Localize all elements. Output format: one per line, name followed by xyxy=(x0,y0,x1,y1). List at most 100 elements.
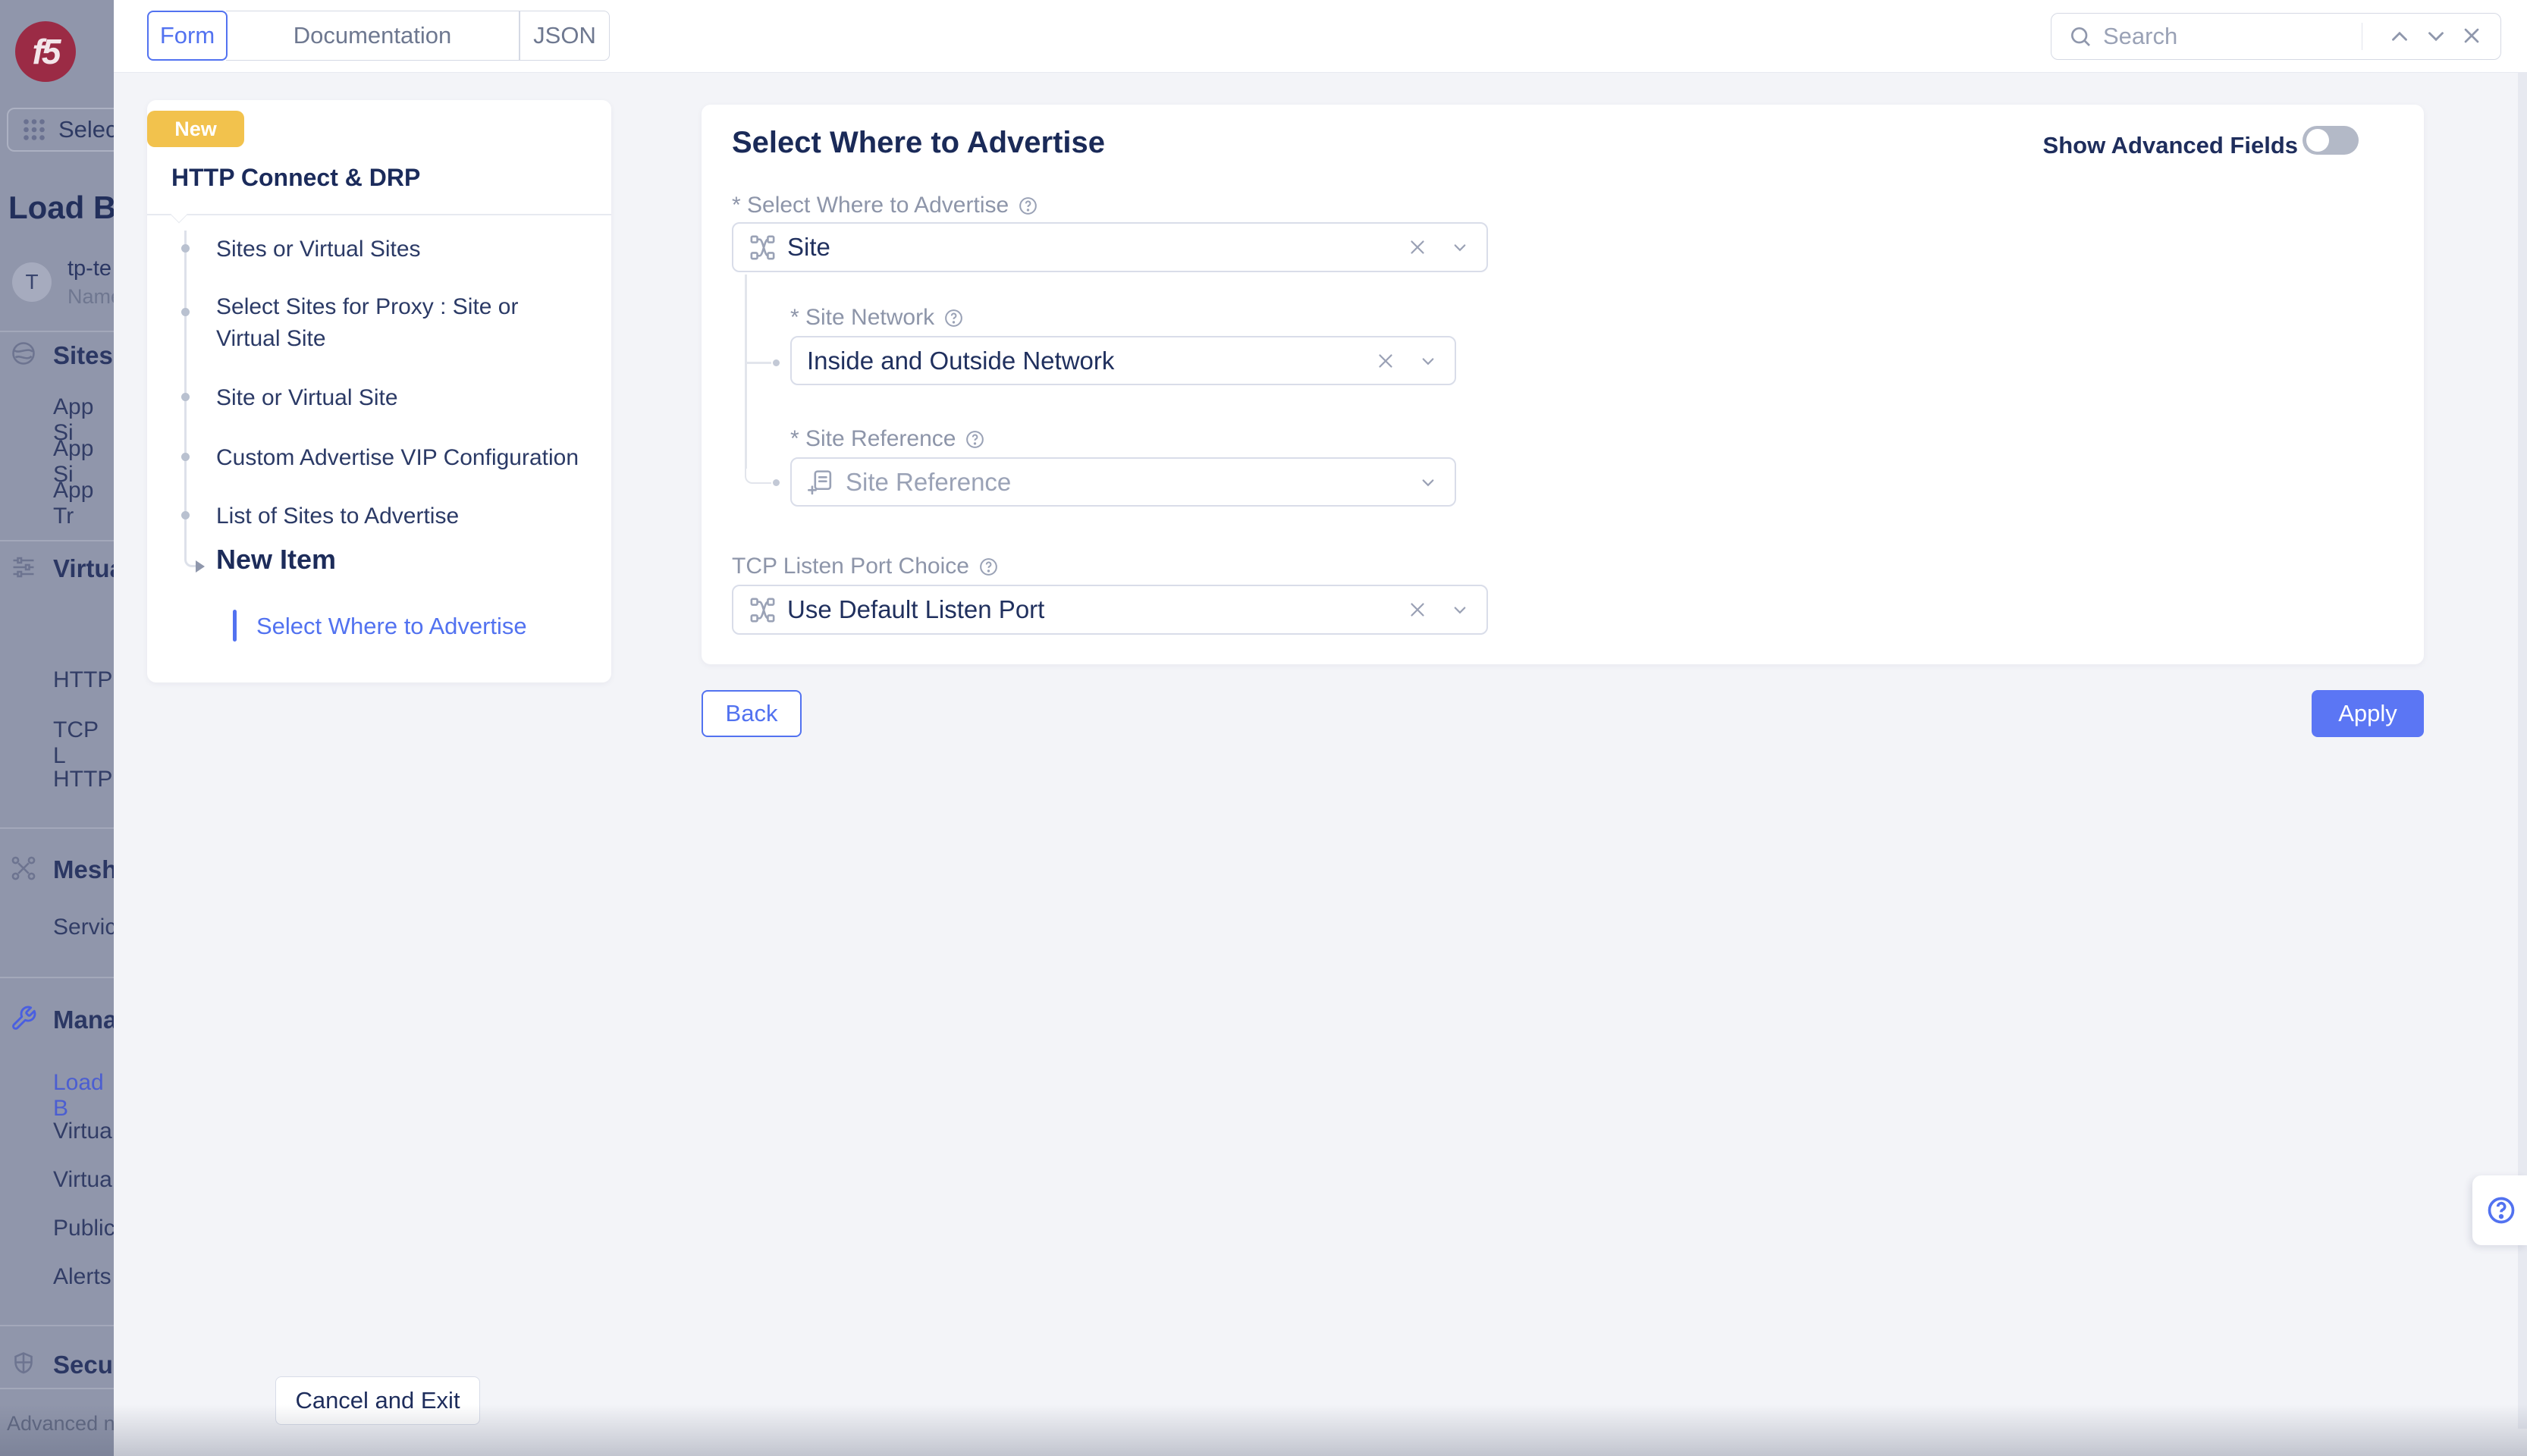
mesh-icon xyxy=(749,596,777,624)
close-search-icon[interactable] xyxy=(2460,24,2485,49)
collapse-notch[interactable] xyxy=(171,206,188,224)
sidebar-item[interactable]: Servic xyxy=(53,915,114,940)
chevron-down-icon[interactable] xyxy=(2423,24,2449,49)
select-where-to-advertise[interactable]: Site xyxy=(732,222,1488,272)
clear-icon[interactable] xyxy=(1406,236,1429,259)
wrench-icon xyxy=(10,1005,37,1032)
advanced-nav-note: Advanced na xyxy=(7,1412,114,1436)
search-input[interactable] xyxy=(2103,23,2356,50)
apply-button[interactable]: Apply xyxy=(2312,690,2424,737)
view-tabs: Form Documentation JSON xyxy=(147,11,610,61)
f5-logo[interactable]: f5 xyxy=(15,21,76,82)
current-step-arrow-icon xyxy=(196,560,205,573)
toggle-knob xyxy=(2306,129,2329,152)
tree-dot xyxy=(773,479,780,486)
select-service-label: Selec xyxy=(58,116,114,143)
sidebar-group-virtual-hosts[interactable]: Virtua xyxy=(53,554,114,583)
new-badge: New xyxy=(147,111,244,147)
substep-select-where-to-advertise[interactable]: Select Where to Advertise xyxy=(256,613,527,640)
modal-top-bar: Form Documentation JSON xyxy=(114,0,2527,73)
sidebar-item[interactable]: Public xyxy=(53,1216,114,1241)
tab-form[interactable]: Form xyxy=(147,11,228,61)
select-value: Use Default Listen Port xyxy=(787,595,1406,624)
search-icon xyxy=(2068,24,2092,49)
step-dot xyxy=(181,244,190,253)
sidebar-group-security[interactable]: Secur xyxy=(53,1351,114,1379)
sidebar-item[interactable]: HTTP xyxy=(53,667,112,693)
help-question-icon xyxy=(2486,1195,2516,1225)
chevron-down-icon[interactable] xyxy=(1417,471,1439,494)
globe-icon xyxy=(10,340,37,367)
help-circle-icon[interactable] xyxy=(965,429,985,450)
sidebar-divider xyxy=(0,1388,114,1389)
advanced-fields-label: Show Advanced Fields xyxy=(2043,132,2298,159)
cancel-and-exit-button[interactable]: Cancel and Exit xyxy=(275,1376,480,1425)
sidebar-item[interactable]: Alerts xyxy=(53,1264,111,1290)
chevron-up-icon[interactable] xyxy=(2387,24,2412,49)
form-panel: Select Where to Advertise Show Advanced … xyxy=(702,105,2424,664)
step-select-sites-for-proxy[interactable]: Select Sites for Proxy : Site or Virtual… xyxy=(216,291,586,355)
field-label-text: * Site Reference xyxy=(790,426,956,452)
sidebar-item[interactable]: TCP L xyxy=(53,717,114,769)
shield-icon xyxy=(10,1350,37,1377)
select-site-network[interactable]: Inside and Outside Network xyxy=(790,336,1456,385)
tree-dot xyxy=(773,359,780,366)
step-dot xyxy=(181,308,190,316)
chevron-down-icon[interactable] xyxy=(1449,236,1471,259)
tenant-avatar[interactable]: T xyxy=(12,262,52,302)
tab-json[interactable]: JSON xyxy=(520,11,610,61)
reference-doc-icon xyxy=(807,468,835,496)
field-label-site-network: * Site Network xyxy=(790,305,964,331)
help-circle-icon[interactable] xyxy=(943,308,964,328)
tree-elbow xyxy=(745,469,760,484)
select-placeholder: Site Reference xyxy=(846,468,1417,497)
select-value: Inside and Outside Network xyxy=(807,347,1374,375)
sidebar-item[interactable]: App Tr xyxy=(53,478,114,529)
sidebar-divider xyxy=(0,827,114,829)
wizard-divider xyxy=(147,214,611,215)
help-circle-icon[interactable] xyxy=(1018,196,1038,216)
chevron-down-icon[interactable] xyxy=(1449,598,1471,621)
clear-icon[interactable] xyxy=(1374,350,1397,372)
form-heading: Select Where to Advertise xyxy=(732,126,1105,160)
sidebar-item-load-balancers[interactable]: Load B xyxy=(53,1070,114,1122)
sidebar-group-sites[interactable]: Sites xyxy=(53,341,113,370)
sidebar-item[interactable]: Virtua xyxy=(53,1119,112,1144)
sidebar-group-manage[interactable]: Mana xyxy=(53,1006,114,1034)
tab-documentation[interactable]: Documentation xyxy=(226,11,520,61)
select-site-reference[interactable]: Site Reference xyxy=(790,457,1456,507)
wizard-panel: New HTTP Connect & DRP Sites or Virtual … xyxy=(147,100,611,682)
field-label-site-reference: * Site Reference xyxy=(790,426,985,452)
select-value: Site xyxy=(787,233,1406,262)
step-sites-or-virtual-sites[interactable]: Sites or Virtual Sites xyxy=(216,234,586,265)
page-title: Load Ba xyxy=(8,190,114,226)
back-button[interactable]: Back xyxy=(702,690,802,737)
field-label-where: * Select Where to Advertise xyxy=(732,193,1038,218)
sidebar-item[interactable]: Virtua xyxy=(53,1167,112,1193)
step-dot xyxy=(181,453,190,461)
step-site-or-virtual-site[interactable]: Site or Virtual Site xyxy=(216,382,586,414)
virtual-hosts-icon xyxy=(10,554,37,581)
search-box xyxy=(2051,13,2501,60)
sidebar-divider xyxy=(0,977,114,978)
step-custom-advertise-vip[interactable]: Custom Advertise VIP Configuration xyxy=(216,442,586,474)
help-circle-icon[interactable] xyxy=(978,557,999,577)
sidebar-group-mesh[interactable]: Mesh xyxy=(53,855,114,884)
show-advanced-fields-toggle[interactable] xyxy=(2303,126,2359,155)
step-new-item[interactable]: New Item xyxy=(216,544,336,576)
tree-connector xyxy=(747,362,771,364)
sidebar-item[interactable]: HTTP xyxy=(53,767,112,792)
field-label-text: TCP Listen Port Choice xyxy=(732,554,969,579)
tree-line xyxy=(745,275,747,469)
tenant-name: tp-te xyxy=(67,256,111,281)
clear-icon[interactable] xyxy=(1406,598,1429,621)
step-dot xyxy=(181,393,190,401)
step-list-of-sites[interactable]: List of Sites to Advertise xyxy=(216,500,586,532)
chevron-down-icon[interactable] xyxy=(1417,350,1439,372)
help-fab[interactable] xyxy=(2472,1175,2527,1245)
select-tcp-listen-port[interactable]: Use Default Listen Port xyxy=(732,585,1488,635)
sidebar: f5 Selec Load Ba T tp-te Name Sites App … xyxy=(0,0,114,1456)
mesh-icon xyxy=(749,234,777,262)
select-service-button[interactable]: Selec xyxy=(7,108,114,152)
tree-connector xyxy=(760,482,771,485)
